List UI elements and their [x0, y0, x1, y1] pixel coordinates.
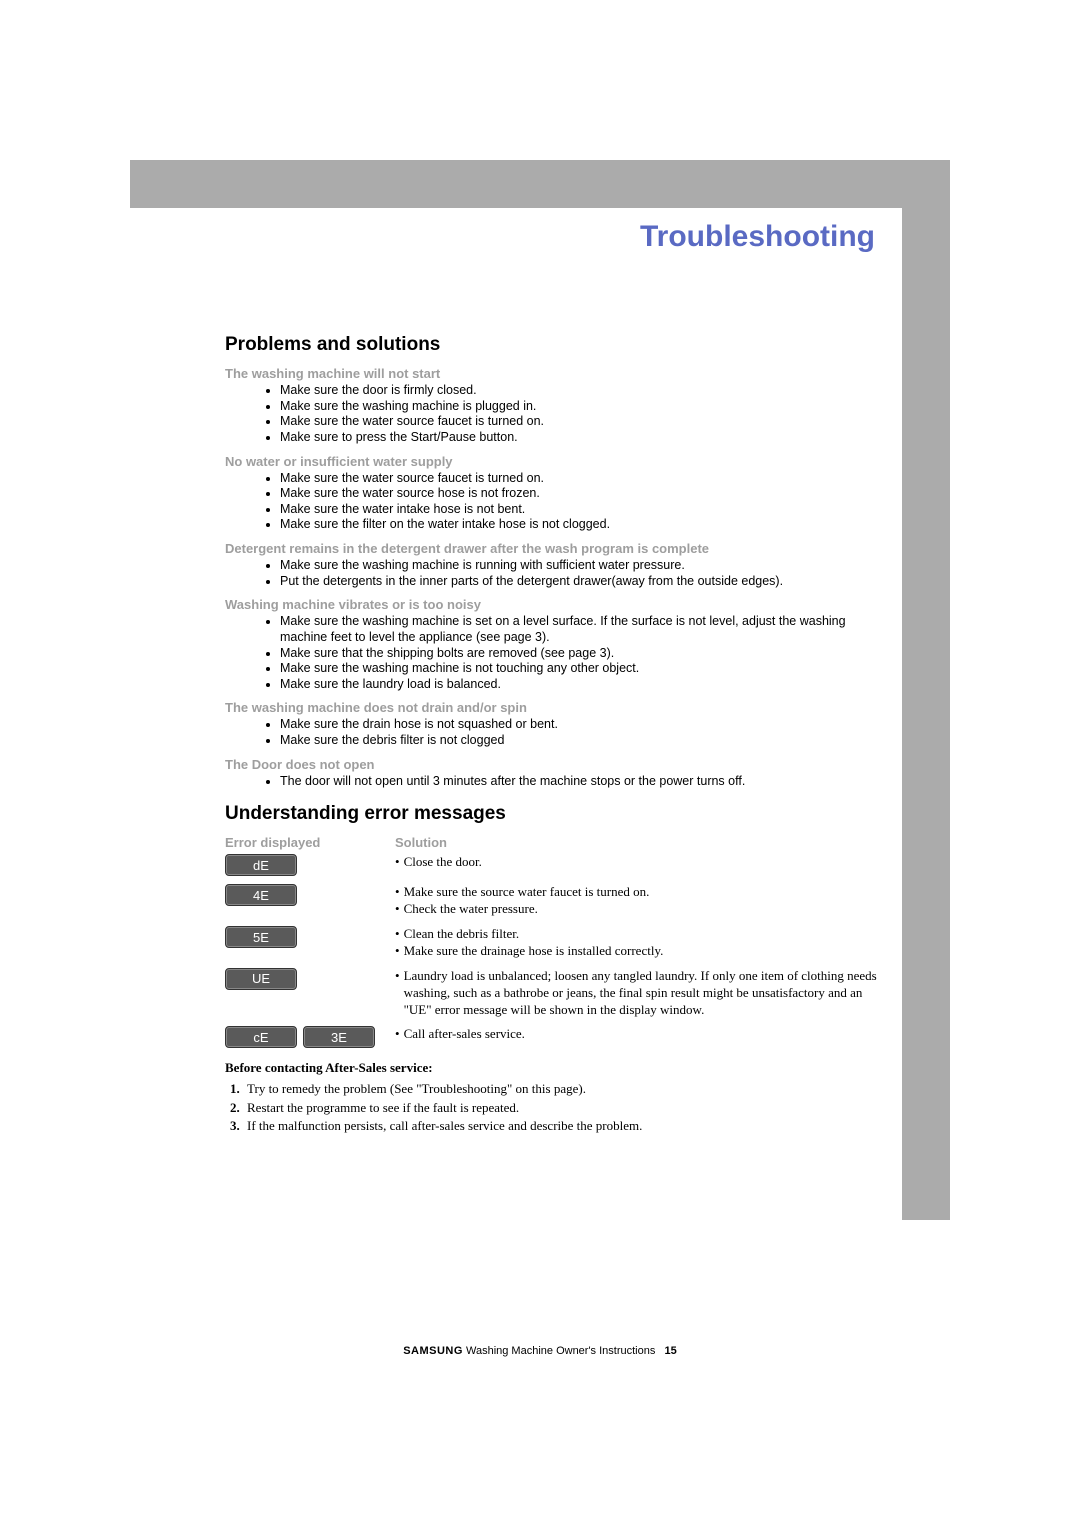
before-service-item: Restart the programme to see if the faul… — [243, 1099, 885, 1117]
error-code-badge: 4E — [225, 884, 297, 906]
error-badges: 4E — [225, 884, 395, 906]
error-solution-item: •Call after-sales service. — [395, 1026, 885, 1043]
error-solution: •Make sure the source water faucet is tu… — [395, 884, 885, 918]
error-badges: UE — [225, 968, 395, 990]
error-code-badge: UE — [225, 968, 297, 990]
problem-heading: Washing machine vibrates or is too noisy — [225, 597, 885, 612]
error-code-badge: 3E — [303, 1026, 375, 1048]
errors-container: dE•Close the door.4E•Make sure the sourc… — [225, 854, 885, 1048]
error-solution: •Close the door. — [395, 854, 885, 871]
error-solution: •Call after-sales service. — [395, 1026, 885, 1043]
error-solution-item: •Laundry load is unbalanced; loosen any … — [395, 968, 885, 1019]
error-solution-item: •Check the water pressure. — [395, 901, 885, 918]
problem-bullet-item: Make sure the water source faucet is tur… — [280, 471, 885, 487]
section-errors-heading: Understanding error messages — [225, 803, 885, 825]
error-solution-item: •Clean the debris filter. — [395, 926, 885, 943]
error-code-badge: cE — [225, 1026, 297, 1048]
problem-heading: The washing machine does not drain and/o… — [225, 700, 885, 715]
before-service-item: If the malfunction persists, call after-… — [243, 1117, 885, 1135]
bullet-icon: • — [395, 1026, 400, 1043]
footer-page-number: 15 — [665, 1345, 677, 1357]
error-solution-item: •Make sure the source water faucet is tu… — [395, 884, 885, 901]
error-solution-text: Clean the debris filter. — [404, 926, 520, 943]
bullet-icon: • — [395, 854, 400, 871]
error-badges: 5E — [225, 926, 395, 948]
problem-bullet-item: Make sure the water source hose is not f… — [280, 486, 885, 502]
error-col-header-code: Error displayed — [225, 835, 395, 850]
problem-bullet-item: Make sure the washing machine is running… — [280, 558, 885, 574]
bullet-icon: • — [395, 884, 400, 901]
error-solution-item: •Close the door. — [395, 854, 885, 871]
error-badges: cE 3E — [225, 1026, 395, 1048]
problem-heading: No water or insufficient water supply — [225, 454, 885, 469]
page-frame-corner — [130, 160, 178, 208]
bullet-icon: • — [395, 926, 400, 943]
problem-bullet-list: Make sure the drain hose is not squashed… — [225, 717, 885, 748]
problem-bullet-list: The door will not open until 3 minutes a… — [225, 774, 885, 790]
problem-bullet-list: Make sure the door is firmly closed.Make… — [225, 383, 885, 446]
problem-bullet-item: Make sure the filter on the water intake… — [280, 517, 885, 533]
problem-bullet-list: Make sure the washing machine is set on … — [225, 614, 885, 692]
error-solution-text: Call after-sales service. — [404, 1026, 525, 1043]
error-badges: dE — [225, 854, 395, 876]
error-row: 4E •Make sure the source water faucet is … — [225, 884, 885, 918]
error-solution-text: Check the water pressure. — [404, 901, 538, 918]
error-solution-text: Laundry load is unbalanced; loosen any t… — [404, 968, 885, 1019]
problem-heading: Detergent remains in the detergent drawe… — [225, 541, 885, 556]
error-solution-text: Close the door. — [404, 854, 482, 871]
error-solution: •Laundry load is unbalanced; loosen any … — [395, 968, 885, 1019]
problems-container: The washing machine will not start Make s… — [225, 366, 885, 789]
problem-heading: The Door does not open — [225, 757, 885, 772]
section-problems-heading: Problems and solutions — [225, 334, 885, 356]
bullet-icon: • — [395, 943, 400, 960]
problem-bullet-item: Make sure the washing machine is plugged… — [280, 399, 885, 415]
page-footer: SAMSUNG Washing Machine Owner's Instruct… — [0, 1345, 1080, 1357]
error-code-badge: 5E — [225, 926, 297, 948]
footer-brand: SAMSUNG — [403, 1345, 463, 1357]
problem-bullet-item: Make sure the washing machine is not tou… — [280, 661, 885, 677]
bullet-icon: • — [395, 968, 400, 1019]
before-service-heading: Before contacting After-Sales service: — [225, 1060, 885, 1076]
problem-bullet-item: The door will not open until 3 minutes a… — [280, 774, 885, 790]
problem-heading: The washing machine will not start — [225, 366, 885, 381]
footer-text: Washing Machine Owner's Instructions — [466, 1345, 655, 1357]
problem-bullet-list: Make sure the washing machine is running… — [225, 558, 885, 589]
problem-bullet-list: Make sure the water source faucet is tur… — [225, 471, 885, 534]
page-title: Troubleshooting — [225, 220, 875, 254]
problem-bullet-item: Make sure to press the Start/Pause butto… — [280, 430, 885, 446]
problem-bullet-item: Make sure the debris filter is not clogg… — [280, 733, 885, 749]
problem-bullet-item: Put the detergents in the inner parts of… — [280, 574, 885, 590]
error-solution-item: •Make sure the drainage hose is installe… — [395, 943, 885, 960]
problem-bullet-item: Make sure the laundry load is balanced. — [280, 677, 885, 693]
error-row: 5E •Clean the debris filter.•Make sure th… — [225, 926, 885, 960]
error-solution-text: Make sure the source water faucet is tur… — [404, 884, 650, 901]
error-col-header-solution: Solution — [395, 835, 447, 850]
error-solution-text: Make sure the drainage hose is installed… — [404, 943, 664, 960]
error-header-row: Error displayed Solution — [225, 835, 885, 850]
content-area: Troubleshooting Problems and solutions T… — [225, 208, 885, 1135]
before-service-list: Try to remedy the problem (See "Troubles… — [225, 1080, 885, 1135]
problem-bullet-item: Make sure the drain hose is not squashed… — [280, 717, 885, 733]
error-row: cE 3E •Call after-sales service. — [225, 1026, 885, 1048]
problem-bullet-item: Make sure the washing machine is set on … — [280, 614, 885, 645]
error-code-badge: dE — [225, 854, 297, 876]
problem-bullet-item: Make sure that the shipping bolts are re… — [280, 646, 885, 662]
before-service-item: Try to remedy the problem (See "Troubles… — [243, 1080, 885, 1098]
problem-bullet-item: Make sure the door is firmly closed. — [280, 383, 885, 399]
problem-bullet-item: Make sure the water source faucet is tur… — [280, 414, 885, 430]
error-row: dE •Close the door. — [225, 854, 885, 876]
error-row: UE •Laundry load is unbalanced; loosen an… — [225, 968, 885, 1019]
error-solution: •Clean the debris filter.•Make sure the … — [395, 926, 885, 960]
problem-bullet-item: Make sure the water intake hose is not b… — [280, 502, 885, 518]
bullet-icon: • — [395, 901, 400, 918]
